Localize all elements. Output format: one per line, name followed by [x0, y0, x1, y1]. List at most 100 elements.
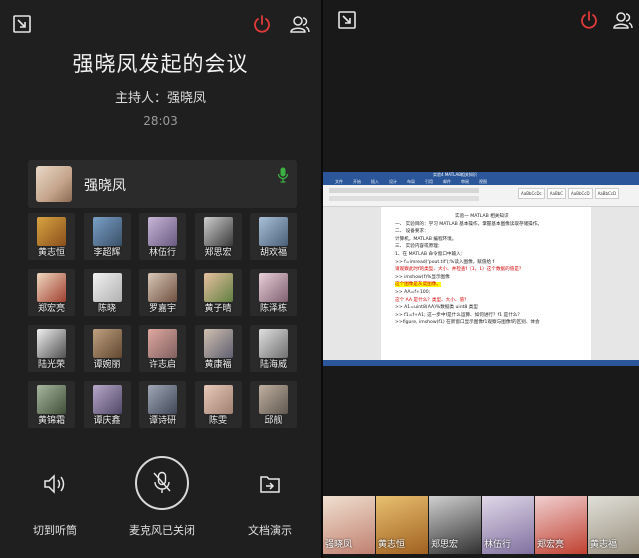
word-status-bar: [323, 360, 639, 366]
document-line-text: >>figure, imshow(f1) 在新窗口显示图像f1观察与图像f的区别…: [395, 320, 540, 326]
participant-strip: 强晓凤 黄志恒 郑思宏 林伍行 郑宏亮 黄志福: [323, 496, 639, 558]
ribbon-tab: 引用: [425, 179, 433, 184]
participant-name: 谭婉丽: [93, 360, 121, 370]
document-line: 一、 实验目的：学习 MATLAB 基本操作，掌握基本图像读取存储操作。: [395, 221, 577, 229]
host-card[interactable]: 强晓凤: [28, 160, 297, 208]
avatar: [148, 273, 177, 302]
mic-muted-icon: [153, 471, 171, 493]
participant-tile[interactable]: 谭诗研: [139, 381, 186, 428]
document-line: 这个图像是灰度图像。: [395, 281, 577, 289]
participant-tile[interactable]: 黄志恒: [28, 213, 75, 260]
participant-tile[interactable]: 李超辉: [83, 213, 131, 260]
avatar: [36, 166, 72, 202]
avatar: [148, 217, 177, 246]
strip-participant-tile[interactable]: 黄志恒: [376, 496, 428, 554]
participant-tile[interactable]: 郑思宏: [194, 213, 242, 260]
avatar: [259, 273, 288, 302]
participants-icon[interactable]: [288, 12, 312, 36]
participant-tile[interactable]: 胡欢福: [250, 213, 297, 260]
participant-name: 强晓凤: [325, 540, 353, 550]
participant-tile[interactable]: 黄康福: [194, 325, 242, 372]
participant-name: 陈泽栋: [259, 304, 287, 314]
participant-name: 李超辉: [93, 248, 121, 258]
participant-name: 黄康福: [204, 360, 232, 370]
participant-tile[interactable]: 郑宏亮: [28, 269, 75, 316]
participant-name: 陆光荣: [37, 360, 65, 370]
document-line-text: 一、 实验目的：学习 MATLAB 基本操作，掌握基本图像读取存储操作。: [395, 221, 542, 227]
end-meeting-power-icon[interactable]: [250, 12, 274, 36]
minimize-window-icon[interactable]: [335, 8, 359, 32]
participant-tile[interactable]: 陈雯: [194, 381, 242, 428]
participant-tile[interactable]: 谭婉丽: [83, 325, 131, 372]
document-share-button[interactable]: 文档演示: [245, 462, 295, 538]
participant-name: 许志启: [148, 360, 176, 370]
microphone-toggle-button[interactable]: 麦克风已关闭: [125, 456, 199, 538]
document-page: 实验一 MATLAB 相关知识 一、 实验目的：学习 MATLAB 基本操作，掌握…: [381, 207, 591, 360]
document-line-text: 这个 AA 是什么？类型、大小、值？: [395, 297, 469, 303]
strip-participant-tile[interactable]: 郑宏亮: [535, 496, 587, 554]
document-line-text: >> f1=f+A1; 这一步中f是什么运算、如何进行？f1 是什么？: [395, 312, 522, 318]
avatar: [259, 329, 288, 358]
style-swatch: AaBbCcDc: [518, 188, 545, 199]
document-line-text: >> imshow(f)%显示图像: [395, 274, 450, 280]
participants-icon[interactable]: [611, 8, 635, 32]
end-meeting-power-icon[interactable]: [577, 8, 601, 32]
participant-name: 胡欢福: [259, 248, 287, 258]
participant-name: 罗嘉宇: [148, 304, 176, 314]
document-line: >> f1=f+A1; 这一步中f是什么运算、如何进行？f1 是什么？: [395, 312, 577, 320]
document-line-text: 三、 实验内容或原理：: [395, 244, 443, 250]
ribbon-tab: 布局: [407, 179, 415, 184]
ribbon-toolbar-row: [329, 196, 479, 201]
participant-tile[interactable]: 陈泽栋: [250, 269, 297, 316]
participant-tile[interactable]: 黄子晴: [194, 269, 242, 316]
meeting-host: 主持人：强晓凤: [114, 91, 206, 106]
participant-tile[interactable]: 陈晓: [83, 269, 131, 316]
avatar: [203, 273, 233, 302]
document-line-text: >> AA=f+100;: [395, 289, 431, 295]
strip-participant-tile[interactable]: 郑思宏: [429, 496, 481, 554]
document-line: >> A1=uint8(AA)%数据类 uint8 类型: [395, 304, 577, 312]
document-line-text: >> A1=uint8(AA)%数据类 uint8 类型: [395, 305, 478, 311]
document-line: 计算机，MATLAB 编程环境。: [395, 236, 577, 244]
participant-tile[interactable]: 黄锦霜: [28, 381, 75, 428]
participant-name: 黄志福: [590, 540, 618, 550]
strip-participant-tile[interactable]: 林伍行: [482, 496, 534, 554]
strip-participant-tile[interactable]: 黄志福: [588, 496, 639, 554]
style-swatch: AaBbCcD: [594, 188, 620, 199]
participant-tile[interactable]: 陆海威: [250, 325, 297, 372]
document-line-text: 计算机，MATLAB 编程环境。: [395, 236, 457, 242]
meeting-timer: 28:03: [143, 114, 178, 128]
participant-name: 陆海威: [259, 360, 287, 370]
participant-tile[interactable]: 谭庆鑫: [83, 381, 131, 428]
strip-participant-tile[interactable]: 强晓凤: [323, 496, 375, 554]
minimize-window-icon[interactable]: [10, 12, 34, 36]
word-ribbon-tabs: 文件 开始 插入 设计 布局 引用 邮件 审阅 视图: [323, 178, 639, 185]
avatar: [148, 329, 177, 358]
ribbon-tab: 插入: [371, 179, 379, 184]
participant-tile[interactable]: 邱舰: [250, 381, 297, 428]
document-line-text: 请观察此时f的类型、大小、并检查f（1，1）这个数据的值是？: [395, 267, 524, 273]
ribbon-tab: 开始: [353, 179, 361, 184]
participant-tile[interactable]: 许志启: [139, 325, 186, 372]
avatar: [92, 273, 122, 302]
participant-tile[interactable]: 罗嘉宇: [139, 269, 186, 316]
participant-tile[interactable]: 林伍行: [139, 213, 186, 260]
document-line: >>figure, imshow(f1) 在新窗口显示图像f1观察与图像f的区别…: [395, 319, 577, 327]
ribbon-toolbar-row: [329, 188, 479, 193]
participant-name: 林伍行: [484, 540, 512, 550]
participant-tile[interactable]: 陆光荣: [28, 325, 75, 372]
avatar: [203, 385, 233, 414]
participant-name: 黄锦霜: [37, 416, 65, 426]
participant-name: 谭庆鑫: [93, 416, 121, 426]
switch-to-earpiece-button[interactable]: 切到听筒: [30, 462, 80, 538]
participant-name: 黄志恒: [37, 248, 65, 258]
avatar: [92, 217, 122, 246]
document-canvas: 实验一 MATLAB 相关知识 一、 实验目的：学习 MATLAB 基本操作，掌握…: [323, 207, 639, 360]
document-line: 三、 实验内容或原理：: [395, 243, 577, 251]
avatar: [203, 329, 233, 358]
avatar: [37, 329, 66, 358]
participant-name: 林伍行: [148, 248, 176, 258]
document-line: >> f=imread('pout.tif');%读入图像，赋值给 f: [395, 259, 577, 267]
word-ribbon: AaBbCcDc AaBbC AaBbCcD AaBbCcD: [323, 185, 639, 207]
document-line: >> imshow(f)%显示图像: [395, 274, 577, 282]
